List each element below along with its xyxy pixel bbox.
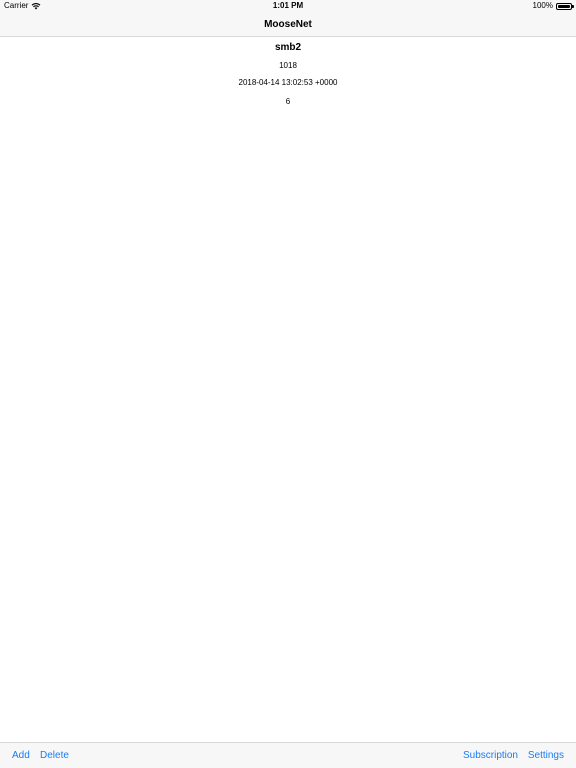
- item-timestamp: 2018-04-14 13:02:53 +0000: [238, 78, 338, 87]
- nav-title: MooseNet: [264, 19, 312, 30]
- battery-icon: [556, 2, 574, 10]
- battery-cap: [572, 5, 574, 8]
- settings-button[interactable]: Settings: [528, 743, 564, 768]
- subscription-button[interactable]: Subscription: [463, 743, 518, 768]
- status-right: 100%: [532, 0, 574, 12]
- status-bar: Carrier 1:01 PM 100%: [0, 0, 576, 12]
- item-name: smb2: [274, 42, 302, 53]
- item-id: 1018: [279, 61, 297, 70]
- bottom-toolbar: Add Delete Subscription Settings: [0, 742, 576, 768]
- navigation-bar: MooseNet: [0, 12, 576, 37]
- status-time: 1:01 PM: [272, 1, 304, 10]
- delete-button[interactable]: Delete: [40, 743, 69, 768]
- detail-content: smb2 1018 2018-04-14 13:02:53 +0000 6: [0, 37, 576, 110]
- add-button[interactable]: Add: [12, 743, 30, 768]
- battery-fill: [558, 4, 570, 8]
- item-count: 6: [285, 97, 291, 106]
- battery-percent: 100%: [532, 1, 553, 10]
